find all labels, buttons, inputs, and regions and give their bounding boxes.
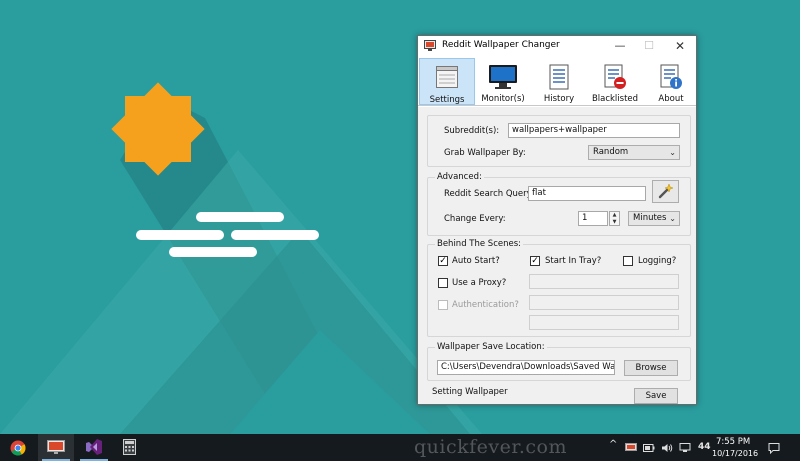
stepper-up-icon[interactable]: ▲: [610, 212, 619, 218]
tray-app-icon[interactable]: [625, 443, 637, 453]
magic-wand-icon: [658, 183, 674, 199]
authentication-label: Authentication?: [452, 300, 519, 310]
save-location-group: Wallpaper Save Location: C:\Users\Devend…: [427, 342, 691, 381]
history-icon: [549, 64, 569, 90]
start-in-tray-checkbox[interactable]: ✓: [530, 256, 540, 266]
monitor-app-icon: [47, 440, 65, 454]
proxy-username-input[interactable]: [529, 295, 679, 310]
change-every-input[interactable]: 1: [578, 211, 608, 226]
search-test-button[interactable]: [652, 180, 679, 203]
maximize-button[interactable]: ☐: [634, 36, 664, 56]
taskbar-chrome[interactable]: [0, 434, 36, 461]
subreddit-label: Subreddit(s):: [444, 126, 500, 136]
battery-icon[interactable]: [643, 443, 655, 453]
window-title: Reddit Wallpaper Changer: [442, 40, 560, 50]
proxy-password-input[interactable]: [529, 315, 679, 330]
behind-the-scenes-title: Behind The Scenes:: [435, 239, 524, 249]
auto-start-label: Auto Start?: [452, 256, 500, 266]
use-proxy-checkbox[interactable]: [438, 278, 448, 288]
tab-monitors-label: Monitor(s): [481, 94, 525, 104]
app-icon: [424, 40, 436, 51]
settings-panel: Subreddit(s): wallpapers+wallpaper Grab …: [418, 107, 696, 404]
behind-the-scenes-group: Behind The Scenes: ✓ Auto Start? ✓ Start…: [427, 239, 691, 337]
taskbar-visual-studio[interactable]: [76, 434, 112, 461]
taskbar-wallpaper-app[interactable]: [38, 434, 74, 461]
tray-badge[interactable]: 44: [698, 442, 711, 452]
taskbar: quickfever.com ^ 44 7:55 PM 10/17/2016: [0, 434, 800, 461]
chrome-icon: [10, 440, 26, 456]
change-every-unit-select[interactable]: Minutes ⌄: [628, 211, 680, 226]
advanced-group-title: Advanced:: [435, 172, 484, 182]
search-query-label: Reddit Search Query:: [444, 189, 534, 199]
network-icon[interactable]: [679, 443, 691, 453]
logging-label: Logging?: [638, 256, 677, 266]
logging-checkbox[interactable]: [623, 256, 633, 266]
about-icon: [660, 64, 682, 89]
desktop: Reddit Wallpaper Changer — ☐ ✕ Settings: [0, 0, 800, 434]
auto-start-checkbox[interactable]: ✓: [438, 256, 448, 266]
sun-icon: [111, 82, 205, 176]
browse-button[interactable]: Browse: [624, 360, 678, 376]
use-proxy-label: Use a Proxy?: [452, 278, 507, 288]
change-every-unit-value: Minutes: [633, 213, 667, 223]
advanced-group: Advanced: Reddit Search Query: flat Chan…: [427, 172, 691, 236]
volume-icon[interactable]: [661, 443, 673, 453]
subreddit-input[interactable]: wallpapers+wallpaper: [508, 123, 680, 138]
proxy-address-input[interactable]: [529, 274, 679, 289]
tab-history-label: History: [543, 94, 575, 104]
toolbar: Settings Monitor(s) History Blacklisted …: [418, 57, 696, 106]
blacklist-icon: [604, 64, 626, 89]
tab-about[interactable]: About: [643, 58, 699, 105]
taskbar-calculator[interactable]: [112, 434, 148, 461]
tray-overflow-chevron[interactable]: ^: [609, 439, 617, 450]
status-text: Setting Wallpaper: [432, 387, 508, 397]
visual-studio-icon: [86, 439, 102, 455]
stepper-down-icon[interactable]: ▼: [610, 219, 619, 225]
notifications-icon[interactable]: [768, 442, 780, 454]
close-button[interactable]: ✕: [665, 36, 695, 56]
change-every-stepper[interactable]: ▲ ▼: [609, 211, 620, 226]
watermark-text: quickfever.com: [414, 436, 568, 458]
save-location-title: Wallpaper Save Location:: [435, 342, 547, 352]
settings-icon: [436, 66, 458, 88]
tab-monitors[interactable]: Monitor(s): [475, 58, 531, 105]
calculator-icon: [123, 439, 136, 455]
tab-settings[interactable]: Settings: [419, 58, 475, 105]
tab-blacklisted-label: Blacklisted: [591, 94, 639, 104]
minimize-button[interactable]: —: [605, 36, 635, 56]
tab-history[interactable]: History: [531, 58, 587, 105]
grab-wallpaper-by-select[interactable]: Random ⌄: [588, 145, 680, 160]
clock-date[interactable]: 10/17/2016: [712, 449, 758, 458]
save-button[interactable]: Save: [634, 388, 678, 404]
chevron-down-icon: ⌄: [669, 214, 676, 223]
subreddit-group: Subreddit(s): wallpapers+wallpaper Grab …: [427, 115, 691, 167]
grab-wallpaper-by-value: Random: [593, 147, 629, 157]
authentication-checkbox[interactable]: [438, 300, 448, 310]
start-in-tray-label: Start In Tray?: [545, 256, 602, 266]
save-location-input[interactable]: C:\Users\Devendra\Downloads\Saved Wallpa: [437, 360, 615, 375]
tab-settings-label: Settings: [429, 95, 465, 105]
search-query-input[interactable]: flat: [528, 186, 646, 201]
reddit-wallpaper-changer-window: Reddit Wallpaper Changer — ☐ ✕ Settings: [417, 35, 697, 405]
grab-wallpaper-by-label: Grab Wallpaper By:: [444, 148, 526, 158]
chevron-down-icon: ⌄: [669, 148, 676, 157]
clock-time[interactable]: 7:55 PM: [716, 437, 750, 447]
tab-about-label: About: [658, 94, 684, 104]
monitor-icon: [489, 65, 517, 89]
tab-blacklisted[interactable]: Blacklisted: [587, 58, 643, 105]
title-bar[interactable]: Reddit Wallpaper Changer — ☐ ✕: [418, 36, 696, 56]
change-every-label: Change Every:: [444, 214, 506, 224]
